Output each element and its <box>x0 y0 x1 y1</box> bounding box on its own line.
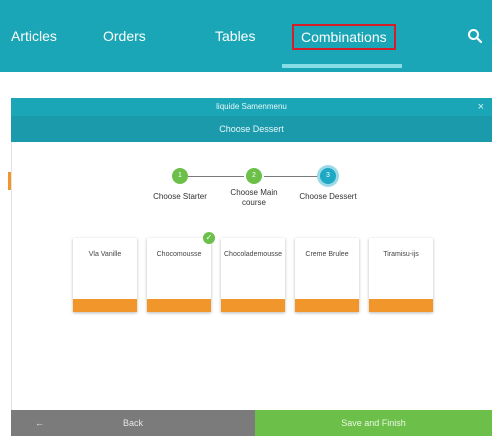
card-accent-bar <box>295 299 359 312</box>
step-title-bar: Choose Dessert <box>11 116 492 142</box>
search-icon[interactable] <box>467 28 483 44</box>
dessert-option-name: Chocomousse <box>156 251 202 258</box>
save-and-finish-button[interactable]: Save and Finish <box>255 410 492 436</box>
dessert-option-card[interactable]: Chocolademousse <box>221 238 285 312</box>
nav-tab-tables[interactable]: Tables <box>215 28 255 44</box>
card-accent-bar <box>221 299 285 312</box>
step-2-label: Choose Main course <box>230 188 278 207</box>
step-title: Choose Dessert <box>219 124 284 134</box>
top-nav-bar: Articles Orders Tables Combinations <box>0 0 492 72</box>
card-accent-bar <box>73 299 137 312</box>
dessert-option-card[interactable]: Tiramisu-ijs <box>369 238 433 312</box>
step-3-indicator: 3 <box>320 168 336 184</box>
back-button[interactable]: ← Back <box>11 410 255 436</box>
card-accent-bar <box>147 299 211 312</box>
step-3-label: Choose Dessert <box>299 192 357 201</box>
dessert-option-name: Vla Vanille <box>88 251 122 258</box>
active-tab-indicator <box>282 64 402 68</box>
check-icon: ✓ <box>203 232 215 244</box>
nav-tab-orders[interactable]: Orders <box>103 28 146 44</box>
back-button-label: Back <box>122 418 143 428</box>
dessert-option-card[interactable]: Creme Brulee <box>295 238 359 312</box>
stepper-connector <box>264 176 318 177</box>
dessert-option-name: Creme Brulee <box>305 251 349 258</box>
card-accent-bar <box>369 299 433 312</box>
modal-title: liquide Samenmenu <box>216 102 287 111</box>
step-1-label: Choose Starter <box>153 192 207 201</box>
dessert-option-card[interactable]: Chocomousse ✓ <box>147 232 215 312</box>
stepper-connector <box>188 176 244 177</box>
nav-tab-combinations[interactable]: Combinations <box>292 24 396 50</box>
nav-tab-articles[interactable]: Articles <box>11 28 57 44</box>
save-and-finish-label: Save and Finish <box>341 418 406 428</box>
dessert-option-card[interactable]: Vla Vanille <box>73 238 137 312</box>
close-icon[interactable]: × <box>478 98 484 116</box>
modal-header: liquide Samenmenu × <box>11 98 492 116</box>
dessert-option-name: Chocolademousse <box>224 251 282 258</box>
step-1-indicator: 1 <box>172 168 188 184</box>
dessert-option-name: Tiramisu-ijs <box>383 251 419 258</box>
step-2-indicator: 2 <box>246 168 262 184</box>
